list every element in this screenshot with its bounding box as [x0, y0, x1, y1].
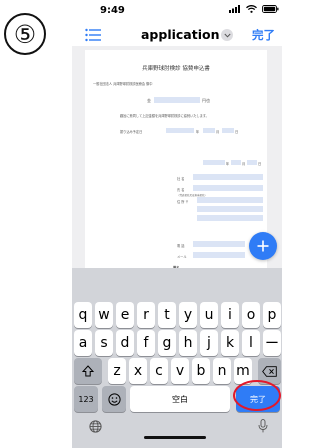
key-l[interactable]: l — [242, 330, 260, 356]
form-title: 兵庫野球肘検診 協賛申込書 — [142, 66, 210, 72]
key-v[interactable]: v — [171, 358, 189, 384]
application-year-unit: 年 — [226, 162, 230, 166]
key-q[interactable]: q — [74, 302, 92, 328]
application-month-unit: 月 — [242, 162, 246, 166]
day-unit: 日 — [235, 130, 239, 134]
key-g[interactable]: g — [158, 330, 176, 356]
space-key[interactable]: 空白 — [130, 386, 230, 412]
address-label: 住 所 〒 — [177, 200, 189, 204]
key-u[interactable]: u — [200, 302, 218, 328]
application-day-unit: 日 — [258, 162, 262, 166]
key-j[interactable]: j — [200, 330, 218, 356]
nav-done-button[interactable]: 完了 — [252, 27, 275, 43]
emoji-icon — [107, 392, 121, 406]
shift-icon — [82, 365, 94, 377]
list-icon[interactable] — [85, 28, 101, 42]
add-button[interactable] — [249, 232, 277, 260]
key-i[interactable]: i — [221, 302, 239, 328]
transfer-day-field[interactable] — [222, 128, 234, 133]
plus-icon — [257, 240, 269, 252]
form-addressee: 一般社団法人 兵庫野球肘検診医療会 御中 — [93, 82, 153, 86]
globe-icon[interactable] — [89, 420, 102, 433]
company-field[interactable] — [193, 174, 263, 180]
microphone-icon[interactable] — [258, 419, 268, 433]
key-x[interactable]: x — [129, 358, 147, 384]
key-z[interactable]: z — [108, 358, 126, 384]
amount-field[interactable] — [154, 97, 200, 103]
transfer-year-field[interactable] — [166, 128, 194, 133]
phone-label: 電 話 — [177, 244, 185, 248]
key-h[interactable]: h — [179, 330, 197, 356]
key-p[interactable]: p — [263, 302, 281, 328]
application-month-field[interactable] — [231, 160, 241, 165]
transfer-month-field[interactable] — [203, 128, 215, 133]
step-number-marker: ⑤ — [4, 13, 46, 55]
numbers-key[interactable]: 123 — [74, 386, 98, 412]
company-label: 社 名 — [177, 177, 185, 181]
amount-suffix: 円也 — [202, 98, 210, 103]
address-field-1[interactable] — [197, 197, 263, 203]
form-body: 趣旨に賛同して上記金額を兵庫野球肘検診に協賛いたします。 — [120, 114, 209, 118]
key-f[interactable]: f — [137, 330, 155, 356]
key-d[interactable]: d — [116, 330, 134, 356]
amount-prefix: 金 — [147, 98, 151, 103]
battery-icon — [262, 5, 279, 13]
done-key-highlight — [233, 380, 281, 411]
key-w[interactable]: w — [95, 302, 113, 328]
home-indicator — [144, 436, 206, 439]
key-n[interactable]: n — [213, 358, 231, 384]
phone-field[interactable] — [193, 241, 245, 247]
chevron-down-icon[interactable] — [221, 29, 233, 41]
email-field[interactable] — [193, 252, 245, 258]
name-label: 氏 名 — [177, 188, 185, 192]
key-long-vowel[interactable]: ー — [263, 330, 281, 356]
email-label: メール — [177, 255, 187, 259]
key-r[interactable]: r — [137, 302, 155, 328]
delete-icon — [262, 365, 277, 377]
name-field[interactable] — [193, 185, 263, 191]
key-y[interactable]: y — [179, 302, 197, 328]
emoji-key[interactable] — [102, 386, 126, 412]
status-time: 9:49 — [100, 5, 125, 16]
application-day-field[interactable] — [247, 160, 257, 165]
year-unit: 年 — [196, 130, 200, 134]
month-unit: 月 — [216, 130, 220, 134]
wifi-icon — [246, 5, 257, 13]
key-t[interactable]: t — [158, 302, 176, 328]
key-k[interactable]: k — [221, 330, 239, 356]
signal-icon — [229, 5, 240, 13]
key-c[interactable]: c — [150, 358, 168, 384]
key-o[interactable]: o — [242, 302, 260, 328]
key-a[interactable]: a — [74, 330, 92, 356]
application-year-field[interactable] — [203, 160, 225, 165]
transfer-date-label: 振り込み予定日 — [120, 130, 143, 134]
key-e[interactable]: e — [116, 302, 134, 328]
key-b[interactable]: b — [192, 358, 210, 384]
status-icons — [229, 5, 279, 13]
document-title[interactable]: application — [141, 27, 220, 42]
key-s[interactable]: s — [95, 330, 113, 356]
shift-key[interactable] — [74, 358, 102, 384]
address-field-3[interactable] — [197, 215, 263, 221]
address-field-2[interactable] — [197, 206, 263, 212]
